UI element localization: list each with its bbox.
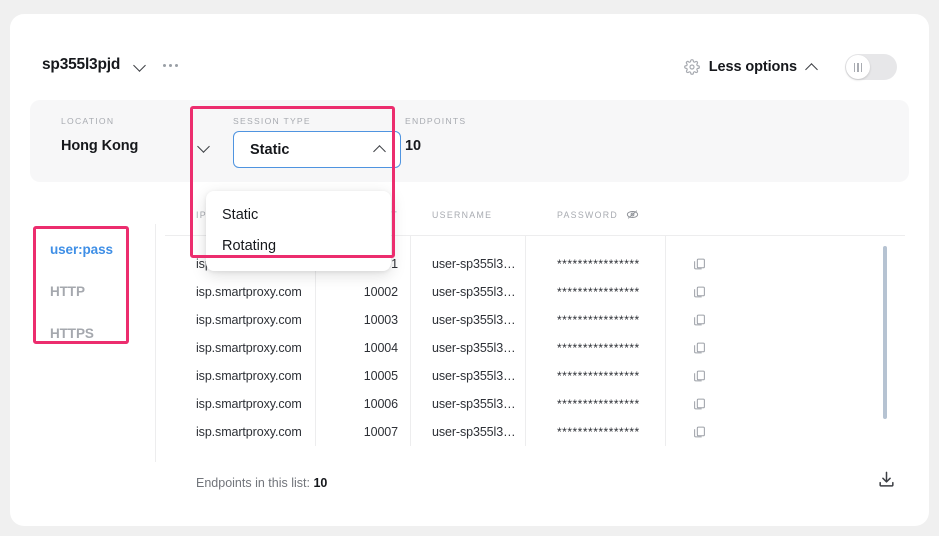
cell-password: **************** <box>557 397 640 411</box>
eye-off-icon[interactable] <box>626 208 639 221</box>
cell-username: user-sp355l3… <box>432 425 516 439</box>
proxy-card: sp355l3pjd Less options LOCATION Hong Ko… <box>10 14 929 526</box>
table-row[interactable]: isp.smartproxy.com 10007 user-sp355l3… *… <box>165 418 905 446</box>
header-left-group: sp355l3pjd <box>42 56 180 74</box>
cell-port: 10005 <box>363 369 398 383</box>
cell-ip: isp.smartproxy.com <box>196 285 302 299</box>
cell-ip: isp.smartproxy.com <box>196 313 302 327</box>
column-header-password: PASSWORD <box>525 208 665 221</box>
filter-location-value: Hong Kong <box>61 138 139 154</box>
copy-icon[interactable] <box>665 313 725 327</box>
protocol-item-userpass[interactable]: user:pass <box>50 242 150 257</box>
filter-session-type: SESSION TYPE Static <box>233 116 401 168</box>
filter-location-label: LOCATION <box>61 116 115 126</box>
cell-port: 10006 <box>363 397 398 411</box>
endpoints-count-value: 10 <box>313 476 328 490</box>
filter-bar: LOCATION Hong Kong SESSION TYPE Static E… <box>30 100 909 182</box>
session-type-select[interactable]: Static <box>233 131 401 168</box>
header-right-group: Less options <box>683 54 897 80</box>
column-header-username: USERNAME <box>432 209 493 220</box>
cell-port: 10003 <box>363 313 398 327</box>
cell-password: **************** <box>557 257 640 271</box>
cell-username: user-sp355l3… <box>432 341 516 355</box>
protocol-item-https[interactable]: HTTPS <box>50 326 150 341</box>
dropdown-option-rotating[interactable]: Rotating <box>206 230 391 261</box>
card-footer: Endpoints in this list: 10 <box>10 470 929 504</box>
gear-icon <box>683 59 700 75</box>
table-scrollbar[interactable] <box>883 246 887 419</box>
chevron-down-icon[interactable] <box>134 59 147 72</box>
cell-ip: isp.smartproxy.com <box>196 425 302 439</box>
card-header: sp355l3pjd Less options <box>10 14 929 94</box>
less-options-label: Less options <box>708 59 797 75</box>
page-title: sp355l3pjd <box>42 56 121 73</box>
cell-ip: isp.smartproxy.com <box>196 397 302 411</box>
table-row[interactable]: isp.smartproxy.com 10003 user-sp355l3… *… <box>165 306 905 334</box>
table-row[interactable]: isp.smartproxy.com 10005 user-sp355l3… *… <box>165 362 905 390</box>
filter-session-type-label: SESSION TYPE <box>233 116 311 126</box>
dropdown-option-static[interactable]: Static <box>206 199 391 230</box>
cell-ip: isp.smartproxy.com <box>196 369 302 383</box>
chevron-up-icon <box>806 61 819 74</box>
column-header-password-label: PASSWORD <box>557 209 619 220</box>
copy-icon[interactable] <box>665 397 725 411</box>
table-row[interactable]: isp.smartproxy.com 10006 user-sp355l3… *… <box>165 390 905 418</box>
cell-password: **************** <box>557 341 640 355</box>
app-root: sp355l3pjd Less options LOCATION Hong Ko… <box>0 0 939 536</box>
toggle-knob <box>846 55 870 79</box>
cell-ip: isp.smartproxy.com <box>196 341 302 355</box>
filter-location: LOCATION Hong Kong <box>61 116 211 154</box>
filter-endpoints-value: 10 <box>405 138 421 154</box>
cell-password: **************** <box>557 425 640 439</box>
filter-endpoints-label: ENDPOINTS <box>405 116 467 126</box>
endpoints-count-label: Endpoints in this list: <box>196 476 310 490</box>
cell-username: user-sp355l3… <box>432 313 516 327</box>
cell-password: **************** <box>557 285 640 299</box>
less-options-button[interactable]: Less options <box>683 59 819 75</box>
cell-password: **************** <box>557 313 640 327</box>
protocol-list: user:pass HTTP HTTPS <box>50 242 150 368</box>
table-row[interactable]: isp.smartproxy.com 10004 user-sp355l3… *… <box>165 334 905 362</box>
download-icon[interactable] <box>877 470 896 489</box>
cell-port: 10004 <box>363 341 398 355</box>
chevron-down-icon <box>198 140 211 153</box>
sidebar-divider <box>155 224 156 462</box>
cell-username: user-sp355l3… <box>432 369 516 383</box>
session-type-dropdown: Static Rotating <box>206 191 391 271</box>
view-mode-toggle[interactable] <box>845 54 897 80</box>
cell-port: 10007 <box>363 425 398 439</box>
protocol-item-http[interactable]: HTTP <box>50 284 150 299</box>
cell-port: 10002 <box>363 285 398 299</box>
ellipsis-icon[interactable] <box>161 58 180 73</box>
content-area: user:pass HTTP HTTPS IP PORT USERNAME PA… <box>10 194 929 479</box>
copy-icon[interactable] <box>665 257 725 271</box>
filter-endpoints: ENDPOINTS 10 <box>405 116 466 154</box>
session-type-selected-value: Static <box>250 141 290 158</box>
chevron-up-icon <box>374 143 387 156</box>
filter-location-control[interactable]: Hong Kong <box>61 138 211 154</box>
copy-icon[interactable] <box>665 285 725 299</box>
cell-password: **************** <box>557 369 640 383</box>
table-row[interactable]: isp.smartproxy.com 10002 user-sp355l3… *… <box>165 278 905 306</box>
copy-icon[interactable] <box>665 369 725 383</box>
copy-icon[interactable] <box>665 425 725 439</box>
endpoints-count: Endpoints in this list: 10 <box>196 476 327 490</box>
cell-username: user-sp355l3… <box>432 397 516 411</box>
cell-username: user-sp355l3… <box>432 257 516 271</box>
copy-icon[interactable] <box>665 341 725 355</box>
cell-username: user-sp355l3… <box>432 285 516 299</box>
